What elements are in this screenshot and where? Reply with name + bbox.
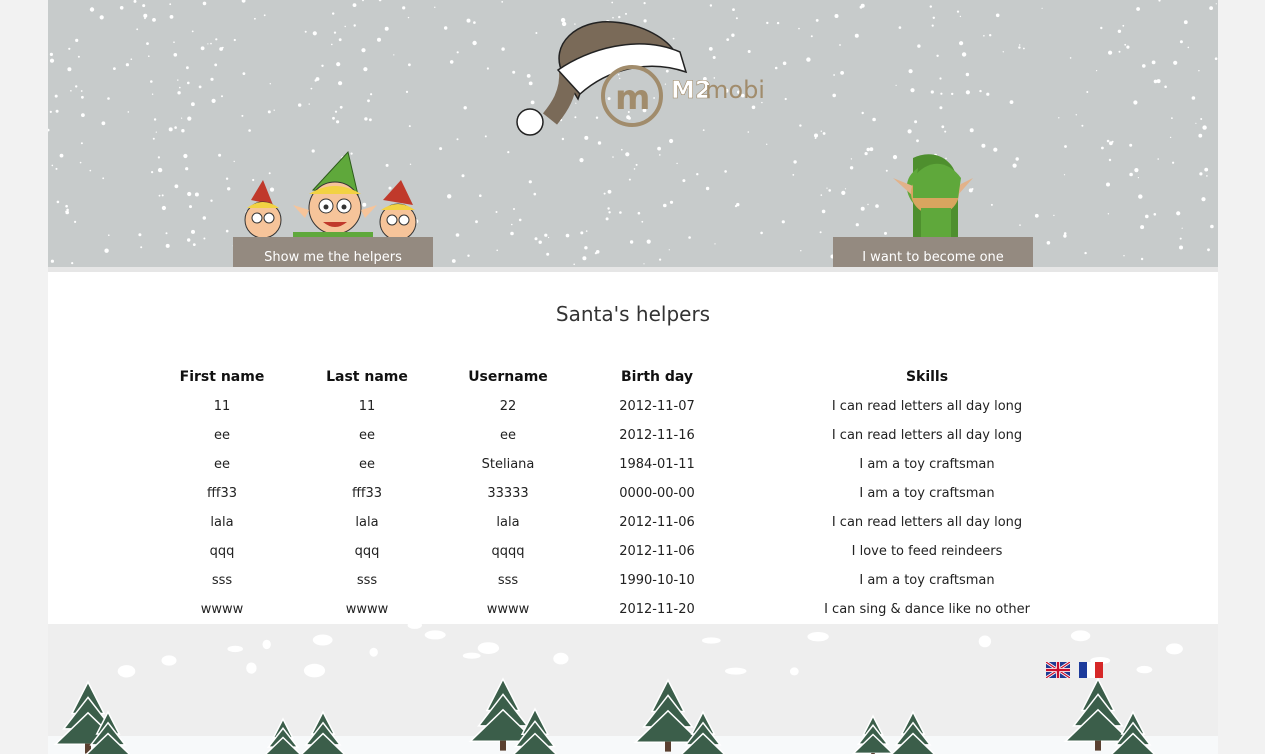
show-helpers-button[interactable]: Show me the helpers: [233, 237, 433, 267]
cell-birth-day: 2012-11-20: [619, 602, 695, 617]
cell-first-name: lala: [210, 515, 234, 530]
cell-first-name: wwww: [200, 602, 244, 617]
cell-first-name: qqq: [209, 544, 235, 559]
cell-last-name: sss: [356, 573, 378, 588]
table-row: fff33 fff33 33333 0000-00-00 I am a toy craf…: [148, 479, 1118, 508]
column-header-skills: Skills: [905, 369, 949, 385]
cell-skills: I can sing & dance like no other: [824, 602, 1030, 617]
cell-skills: I can read letters all day long: [831, 399, 1023, 414]
cell-first-name: ee: [214, 457, 230, 472]
column-header-birth-day: Birth day: [620, 369, 694, 385]
cell-username: 22: [499, 399, 517, 414]
france-flag-icon[interactable]: [1079, 662, 1104, 678]
cell-username: lala: [496, 515, 520, 530]
main-content: Santa's helpers First name Last name Use…: [48, 272, 1218, 624]
page: m M2 mobi Show me the helpers I want to …: [48, 0, 1218, 754]
column-header-last-name: Last name: [326, 369, 408, 385]
table-row: lala lala lala 2012-11-06 I can read letters…: [148, 508, 1118, 537]
cell-birth-day: 2012-11-06: [619, 544, 695, 559]
m2mobi-logo[interactable]: m M2 mobi: [508, 14, 768, 139]
become-helper-button[interactable]: I want to become one: [833, 237, 1033, 267]
helpers-table: First name Last name Username Birth day …: [148, 362, 1118, 624]
uk-flag-icon[interactable]: [1046, 662, 1070, 678]
cell-last-name: wwww: [345, 602, 389, 617]
cell-last-name: lala: [355, 515, 379, 530]
elves-group-image: [244, 150, 417, 240]
cell-last-name: ee: [359, 428, 375, 443]
cell-first-name: ee: [214, 428, 230, 443]
cell-last-name: ee: [359, 457, 375, 472]
cell-skills: I can read letters all day long: [831, 428, 1023, 443]
table-row: qqq qqq qqqq 2012-11-06 I love to feed reind…: [148, 537, 1118, 566]
table-row: ee ee ee 2012-11-16 I can read letters all d…: [148, 421, 1118, 450]
cell-username: qqqq: [491, 544, 525, 559]
language-switcher: [1046, 662, 1107, 681]
cell-birth-day: 2012-11-06: [619, 515, 695, 530]
cell-last-name: qqq: [354, 544, 380, 559]
cell-skills: I am a toy craftsman: [859, 486, 995, 501]
column-header-username: Username: [468, 369, 548, 385]
table-row: ee ee Steliana 1984-01-11 I am a toy craftsm…: [148, 450, 1118, 479]
cell-birth-day: 1990-10-10: [619, 573, 695, 588]
footer: [48, 624, 1218, 754]
cell-username: ee: [500, 428, 516, 443]
table-row: wwww wwww wwww 2012-11-20 I can sing & dance…: [148, 595, 1118, 624]
cell-birth-day: 2012-11-16: [619, 428, 695, 443]
table-row: sss sss sss 1990-10-10 I am a toy craftsman: [148, 566, 1118, 595]
cell-username: sss: [497, 573, 519, 588]
header-banner: m M2 mobi Show me the helpers I want to …: [48, 0, 1218, 267]
cell-skills: I can read letters all day long: [831, 515, 1023, 530]
cell-first-name: fff33: [206, 486, 238, 501]
cell-username: 33333: [487, 486, 529, 501]
table-header-row: First name Last name Username Birth day …: [148, 362, 1118, 392]
cell-username: wwww: [486, 602, 530, 617]
cell-username: Steliana: [481, 457, 535, 472]
column-header-first-name: First name: [179, 369, 265, 385]
page-title: Santa's helpers: [555, 302, 711, 326]
winter-trees-background: [48, 624, 1218, 754]
table-row: 11 11 22 2012-11-07 I can read letters all d…: [148, 392, 1118, 421]
cell-birth-day: 2012-11-07: [619, 399, 695, 414]
svg-text:m: m: [615, 78, 650, 118]
cell-birth-day: 1984-01-11: [619, 457, 695, 472]
cell-birth-day: 0000-00-00: [619, 486, 695, 501]
cell-first-name: sss: [211, 573, 233, 588]
svg-text:mobi: mobi: [705, 76, 765, 104]
elf-back-image: [893, 154, 973, 240]
cell-last-name: 11: [358, 399, 376, 414]
cell-skills: I am a toy craftsman: [859, 573, 995, 588]
cell-skills: I am a toy craftsman: [859, 457, 995, 472]
cell-last-name: fff33: [351, 486, 383, 501]
cell-first-name: 11: [213, 399, 231, 414]
cell-skills: I love to feed reindeers: [851, 544, 1003, 559]
